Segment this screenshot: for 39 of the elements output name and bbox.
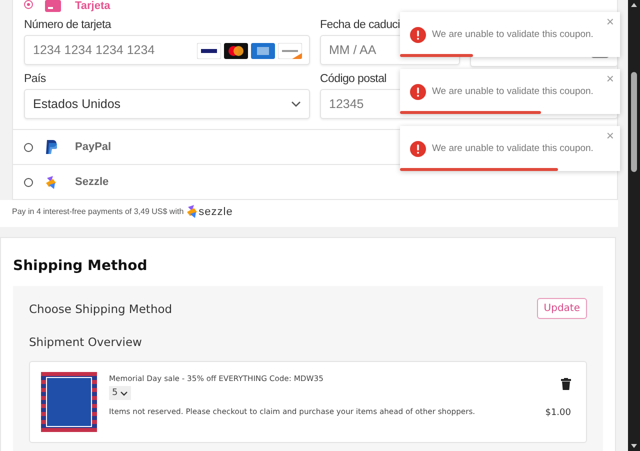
chevron-down-icon (120, 390, 128, 396)
sezzle-logo-text: sezzle (198, 206, 233, 218)
amex-card-icon (251, 43, 275, 59)
payment-method-label[interactable]: Tarjeta (75, 0, 110, 12)
error-icon (410, 140, 426, 156)
country-select[interactable]: Estados Unidos (24, 89, 310, 119)
product-image-placeholder (41, 372, 97, 432)
close-button[interactable]: × (606, 129, 614, 142)
paypal-icon (45, 140, 57, 154)
visa-card-icon (197, 43, 221, 59)
radio-button[interactable] (24, 0, 33, 9)
sezzle-logo-icon (186, 205, 198, 218)
subsection-title: Shipment Overview (29, 335, 143, 349)
error-icon (410, 84, 426, 100)
field-label: Fecha de caduci (320, 19, 400, 31)
toast-message: We are unable to validate this coupon. (432, 86, 594, 97)
trash-icon[interactable] (561, 378, 571, 390)
chevron-down-icon (291, 101, 301, 107)
section-title: Shipping Method (13, 258, 148, 274)
close-button[interactable]: × (606, 72, 614, 85)
update-button[interactable]: Update (536, 298, 587, 319)
payment-method-label[interactable]: Sezzle (75, 176, 109, 188)
installment-text: Pay in 4 interest-free payments of 3,49 US$ with (12, 207, 184, 216)
error-icon (410, 26, 426, 42)
discover-card-icon (278, 43, 302, 59)
item-price: $1.00 (545, 408, 571, 418)
radio-button[interactable] (24, 178, 33, 186)
scrollbar[interactable] (628, 0, 640, 451)
sezzle-logo-icon (45, 176, 57, 188)
field-label: País (24, 73, 46, 85)
field-label: Código postal (320, 73, 386, 85)
payment-method-label[interactable]: PayPal (75, 141, 112, 153)
mastercard-icon (224, 43, 248, 59)
radio-button[interactable] (24, 142, 33, 152)
toast-message: We are unable to validate this coupon. (432, 143, 594, 154)
close-button[interactable]: × (606, 15, 614, 28)
subsection-title: Choose Shipping Method (29, 302, 172, 316)
field-label: Número de tarjeta (24, 19, 111, 31)
quantity-select[interactable]: 5 (109, 386, 131, 400)
